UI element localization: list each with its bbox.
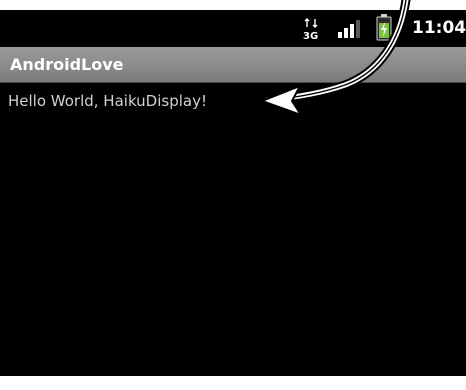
content-area: Hello World, HaikuDisplay! xyxy=(0,83,466,376)
app-title: AndroidLove xyxy=(10,55,124,74)
screenshot-frame: 3G 11:04 AndroidLove Hello World, HaikuD… xyxy=(0,0,466,390)
svg-text:3G: 3G xyxy=(303,31,318,40)
hello-world-text: Hello World, HaikuDisplay! xyxy=(8,92,207,110)
status-bar: 3G 11:04 xyxy=(0,10,466,47)
battery-charging-icon xyxy=(376,14,392,41)
device-screen: 3G 11:04 AndroidLove Hello World, HaikuD… xyxy=(0,10,466,376)
network-3g-icon: 3G xyxy=(303,18,318,40)
signal-bars-icon xyxy=(338,20,360,38)
app-title-bar: AndroidLove xyxy=(0,47,466,83)
status-clock: 11:04 xyxy=(412,18,466,38)
